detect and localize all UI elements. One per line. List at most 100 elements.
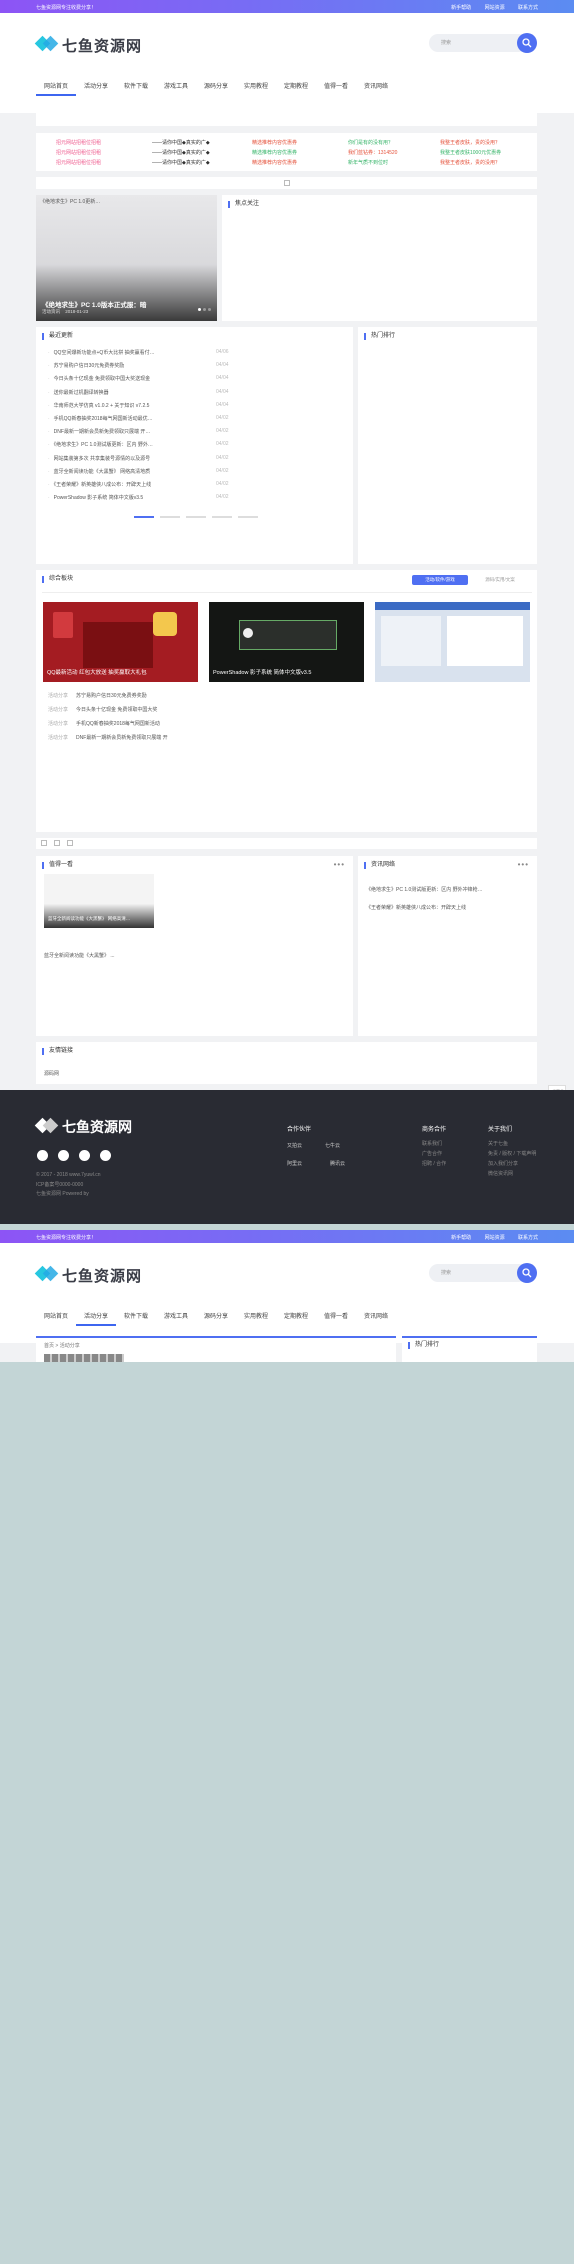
integrated-item[interactable]: 活动分享 苏宁易购户信日30元免费券奖励	[48, 692, 147, 699]
top-link-help[interactable]: 新手帮助	[451, 1235, 471, 1241]
recent-item[interactable]: · 《绝地求生》PC 1.0测试版更新：区内 野外…	[48, 441, 198, 448]
more-icon[interactable]: •••	[334, 860, 345, 869]
integrated-item[interactable]: 活动分享 手机QQ新春抽奖2018每气网国新活动	[48, 720, 160, 727]
top-link-resources[interactable]: 网站资源	[485, 1235, 505, 1241]
ad-link[interactable]: 我们蓝钻券：1314520	[348, 148, 448, 158]
biz-link[interactable]: 招聘 / 合作	[422, 1160, 446, 1167]
recent-item[interactable]: · 苏宁易购户信日30元免费券奖励	[48, 362, 198, 369]
tab-activity[interactable]: 活动/软件/游戏	[412, 575, 468, 585]
recent-item[interactable]: · DNF最新一期新会员新免费领取只展端 开…	[48, 428, 198, 435]
qq-icon[interactable]	[100, 1150, 111, 1161]
slider-dot[interactable]	[198, 308, 201, 311]
nav-item-tutorials[interactable]: 实用教程	[244, 81, 268, 90]
gift-icon	[153, 612, 177, 636]
nav-item-tutorials[interactable]: 实用教程	[244, 1311, 268, 1320]
card-screenshot[interactable]	[375, 602, 530, 682]
worth-item[interactable]: 蓝牙全新阅读功能《大黑蟹》 ...	[44, 952, 115, 959]
card-powershadow[interactable]: PowerShadow 影子系统 简体中文版v3.5	[209, 602, 364, 682]
about-link[interactable]: 微信资讯网	[488, 1170, 513, 1177]
ad-link[interactable]: 我整王者皮肤1000元优惠券	[440, 148, 540, 158]
slider-dot[interactable]	[208, 308, 211, 311]
pager-bar[interactable]	[134, 516, 154, 518]
recent-item[interactable]: · 送你最新过机翻译转换器	[48, 389, 198, 396]
worth-thumb[interactable]: 蓝牙全新阅读功能《大黑蟹》 网络高清…	[44, 874, 154, 928]
card-qq-activity[interactable]: QQ最新活动 红包大放送 抽奖赢取大礼包	[43, 602, 198, 682]
partner-qiniu[interactable]: 七牛云	[325, 1142, 340, 1149]
nav-item-activity[interactable]: 活动分享	[84, 81, 108, 90]
friend-link[interactable]: 源码网	[44, 1070, 59, 1077]
top-link-help[interactable]: 新手帮助	[451, 5, 471, 11]
integrated-item[interactable]: 活动分享 今日头条十亿现金 免费领取中国大奖	[48, 706, 157, 713]
pager-bar[interactable]	[160, 516, 180, 518]
slider-caption[interactable]: 《绝地求生》PC 1.0版本正式服：暗	[42, 299, 146, 309]
ad-link[interactable]: 我整王者皮肤，贵的没用？	[440, 138, 540, 148]
partner-upyun[interactable]: 又拍云	[287, 1142, 302, 1149]
nav-item-source[interactable]: 源码分享	[204, 1311, 228, 1320]
about-link[interactable]: 免责 / 版权 / 下载声明	[488, 1150, 536, 1157]
search-input[interactable]: 搜索	[429, 1264, 527, 1282]
nav-item-activity[interactable]: 活动分享	[84, 1311, 108, 1320]
nav-item-games[interactable]: 游戏工具	[164, 1311, 188, 1320]
top-link-resources[interactable]: 网站资源	[485, 5, 505, 11]
nav-item-news[interactable]: 资讯网络	[364, 1311, 388, 1320]
tab-source[interactable]: 源码/实用/文案	[472, 575, 528, 585]
ad-link[interactable]: ——请你中国◆真实的广◆	[152, 148, 262, 158]
ad-link[interactable]: 精选推荐内容优惠券	[252, 158, 362, 168]
ad-link[interactable]: 招元网站招租位招租	[56, 138, 166, 148]
nav-item-worth[interactable]: 值得一看	[324, 81, 348, 90]
nav-item-home[interactable]: 网站首页	[44, 81, 68, 90]
rss-icon[interactable]	[37, 1150, 48, 1161]
recent-item[interactable]: · 蓝牙全新阅读功能《大黑蟹》 网络高清地质	[48, 468, 198, 475]
search-input[interactable]: 搜索	[429, 34, 527, 52]
recent-item[interactable]: · 华南师范大学仿真 v1.0.2 + 关于知识 v7.2.5	[48, 402, 198, 409]
star-icon[interactable]	[58, 1150, 69, 1161]
slider-dot[interactable]	[203, 308, 206, 311]
nav-item-news[interactable]: 资讯网络	[364, 81, 388, 90]
ad-link[interactable]: 精选推荐内容优惠券	[252, 148, 362, 158]
ad-link[interactable]: 我整王者皮肤，贵的没用？	[440, 158, 540, 168]
nav-item-software[interactable]: 软件下载	[124, 81, 148, 90]
recent-item[interactable]: · 网站集装第多次 共享集装号源情的以及源号	[48, 455, 198, 462]
footer-icp[interactable]: ICP备案号0000-0000	[36, 1181, 83, 1188]
ad-link[interactable]: 招元网站招租位招租	[56, 158, 166, 168]
partner-tencent[interactable]: 腾讯云	[330, 1160, 345, 1167]
biz-link[interactable]: 广告合作	[422, 1150, 442, 1157]
hero-slider[interactable]: 《绝地求生》PC 1.0更新… 《绝地求生》PC 1.0版本正式服：暗 活动资讯…	[36, 195, 217, 321]
ad-link[interactable]: ——请你中国◆真实的广◆	[152, 138, 262, 148]
nav-item-periodic[interactable]: 定期教程	[284, 1311, 308, 1320]
nav-item-software[interactable]: 软件下载	[124, 1311, 148, 1320]
pager-bar[interactable]	[238, 516, 258, 518]
nav-item-source[interactable]: 源码分享	[204, 81, 228, 90]
nav-item-worth[interactable]: 值得一看	[324, 1311, 348, 1320]
about-link[interactable]: 关于七鱼	[488, 1140, 508, 1147]
more-icon[interactable]: •••	[518, 860, 529, 869]
breadcrumb-home[interactable]: 首页	[44, 1343, 54, 1349]
about-link[interactable]: 加入我们分享	[488, 1160, 518, 1167]
recent-item[interactable]: · QQ空间爆新功能点+Q币大比拼 抽奖赢看付…	[48, 349, 198, 356]
nav-item-games[interactable]: 游戏工具	[164, 81, 188, 90]
top-link-contact[interactable]: 联系方式	[518, 1235, 538, 1241]
nav-item-home[interactable]: 网站首页	[44, 1311, 68, 1320]
search-button[interactable]	[517, 1263, 537, 1283]
integrated-item[interactable]: 活动分享 DNF最新一期新会员新免费领取只展端 开	[48, 734, 168, 741]
recent-item[interactable]: · 《王者荣耀》新英雄侠八成公布：开辟天上线	[48, 481, 198, 488]
news-item[interactable]: 《绝地求生》PC 1.0测试版更新：区内 野外冲锋枪…	[366, 886, 531, 893]
top-link-contact[interactable]: 联系方式	[518, 5, 538, 11]
news-item[interactable]: 《王者荣耀》新英雄侠八成公布：开辟天上线	[366, 904, 531, 911]
nav-item-periodic[interactable]: 定期教程	[284, 81, 308, 90]
pager-bar[interactable]	[212, 516, 232, 518]
recent-item[interactable]: · PowerShadow 影子系统 简体中文版v3.5	[48, 494, 198, 501]
search-button[interactable]	[517, 33, 537, 53]
recent-item[interactable]: · 今日头条十亿现金 免费领取中国大奖送现金	[48, 375, 198, 382]
ad-link[interactable]: 招元网站招租位招租	[56, 148, 166, 158]
biz-link[interactable]: 联系我们	[422, 1140, 442, 1147]
breadcrumb-current[interactable]: 活动分享	[60, 1343, 80, 1349]
weibo-icon[interactable]	[79, 1150, 90, 1161]
ad-link[interactable]: 精选推荐内容优惠券	[252, 138, 362, 148]
ad-link[interactable]: 你们是有的没有用？	[348, 138, 448, 148]
pager-bar[interactable]	[186, 516, 206, 518]
ad-link[interactable]: 新年气质不到位时	[348, 158, 448, 168]
ad-link[interactable]: ——请你中国◆真实的广◆	[152, 158, 262, 168]
recent-item[interactable]: · 手机QQ新春抽奖2018每气网国新活动最优…	[48, 415, 198, 422]
partner-aliyun[interactable]: 阿里云	[287, 1160, 302, 1167]
